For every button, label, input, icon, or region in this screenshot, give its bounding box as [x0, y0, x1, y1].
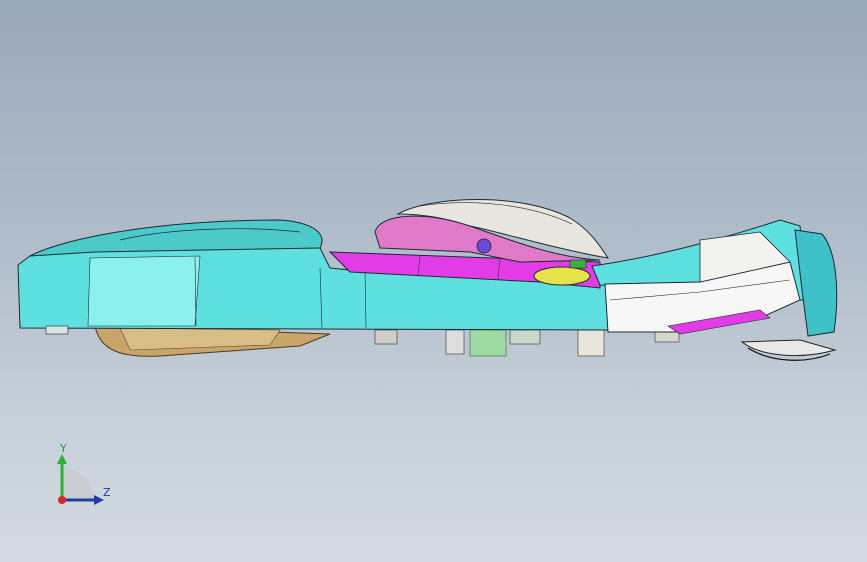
yellow-pulley: [533, 266, 591, 286]
xy-plane-quadrant: [62, 468, 94, 500]
y-axis-arrow: [57, 454, 67, 464]
bottom-components: [374, 329, 837, 361]
cyan-base-highlight: [87, 255, 201, 327]
y-axis-label: Y: [60, 442, 67, 455]
right-nose-cap: [794, 229, 838, 337]
cad-viewport[interactable]: Y Z: [0, 0, 867, 562]
left-foot: [45, 325, 69, 335]
purple-knob: [476, 238, 492, 254]
origin-dot: [58, 496, 66, 504]
z-axis-label: Z: [103, 486, 111, 499]
cad-model[interactable]: [0, 0, 867, 562]
